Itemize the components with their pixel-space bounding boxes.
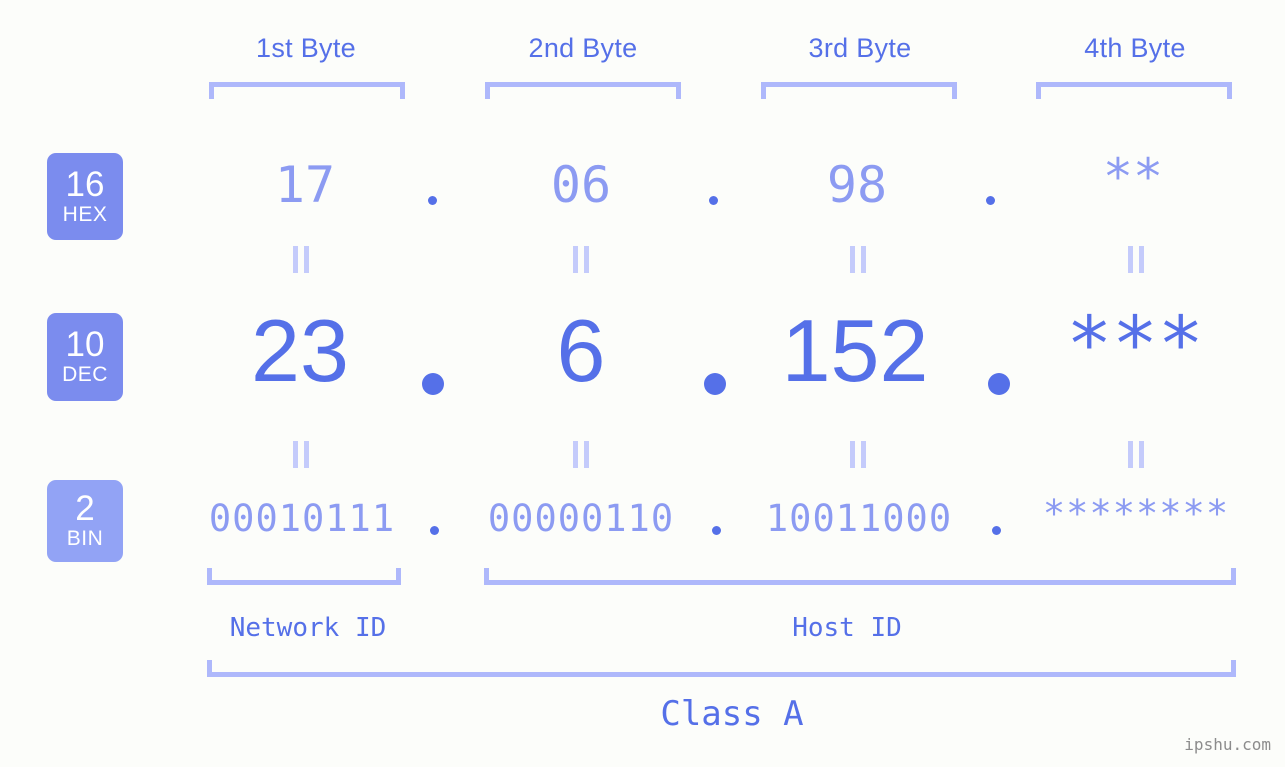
equals-marker-dec-bin-3 [849, 441, 867, 468]
dec-byte-2: 6 [556, 301, 606, 400]
byte-header-2: 2nd Byte [528, 33, 638, 63]
byte-bracket-1 [209, 82, 405, 99]
byte-bracket-4 [1036, 82, 1232, 99]
bin-byte-4: ******** [1042, 492, 1230, 535]
site-watermark: ipshu.com [1184, 735, 1271, 754]
base-badge-hex-number: 16 [65, 164, 105, 204]
network-id-bracket [207, 568, 401, 585]
base-badge-hex: 16 HEX [47, 153, 123, 240]
bin-separator-2 [712, 526, 721, 535]
dec-byte-3: 152 [781, 301, 929, 400]
byte-bracket-3 [761, 82, 957, 99]
equals-marker-hex-dec-1 [292, 246, 310, 273]
hex-separator-3 [986, 196, 995, 205]
bin-byte-2: 00000110 [487, 497, 675, 540]
equals-marker-dec-bin-2 [572, 441, 590, 468]
base-badge-dec-number: 10 [65, 325, 105, 364]
byte-bracket-2 [485, 82, 681, 99]
bin-byte-1: 00010111 [208, 497, 396, 540]
base-badge-bin-number: 2 [75, 489, 95, 528]
bin-separator-3 [992, 526, 1001, 535]
hex-separator-1 [428, 196, 437, 205]
dec-separator-1 [422, 373, 444, 395]
equals-marker-hex-dec-2 [572, 246, 590, 273]
network-id-label: Network ID [229, 613, 387, 643]
ip-breakdown-diagram: 1st Byte 2nd Byte 3rd Byte 4th Byte 16 H… [0, 0, 1285, 767]
hex-byte-4: ** [1102, 148, 1164, 206]
equals-marker-dec-bin-1 [292, 441, 310, 468]
dec-separator-3 [988, 373, 1010, 395]
dec-byte-1: 23 [251, 301, 349, 400]
byte-header-4: 4th Byte [1084, 33, 1186, 63]
bin-byte-3: 10011000 [765, 497, 953, 540]
equals-marker-dec-bin-4 [1127, 441, 1145, 468]
equals-marker-hex-dec-3 [849, 246, 867, 273]
hex-separator-2 [709, 196, 718, 205]
bin-separator-1 [430, 526, 439, 535]
base-badge-dec: 10 DEC [47, 313, 123, 401]
byte-header-3: 3rd Byte [808, 33, 912, 63]
host-id-bracket [484, 568, 1236, 585]
class-label: Class A [660, 694, 804, 734]
equals-marker-hex-dec-4 [1127, 246, 1145, 273]
host-id-label: Host ID [792, 613, 902, 643]
base-badge-bin-name: BIN [66, 527, 104, 550]
hex-byte-2: 06 [550, 156, 612, 214]
base-badge-dec-name: DEC [62, 363, 108, 386]
base-badge-hex-name: HEX [62, 202, 108, 226]
hex-byte-1: 17 [274, 156, 336, 214]
byte-header-1: 1st Byte [256, 33, 356, 63]
hex-byte-3: 98 [826, 156, 888, 214]
dec-separator-2 [704, 373, 726, 395]
base-badge-bin: 2 BIN [47, 480, 123, 562]
dec-byte-4: *** [1066, 299, 1204, 388]
class-bracket [207, 660, 1236, 677]
